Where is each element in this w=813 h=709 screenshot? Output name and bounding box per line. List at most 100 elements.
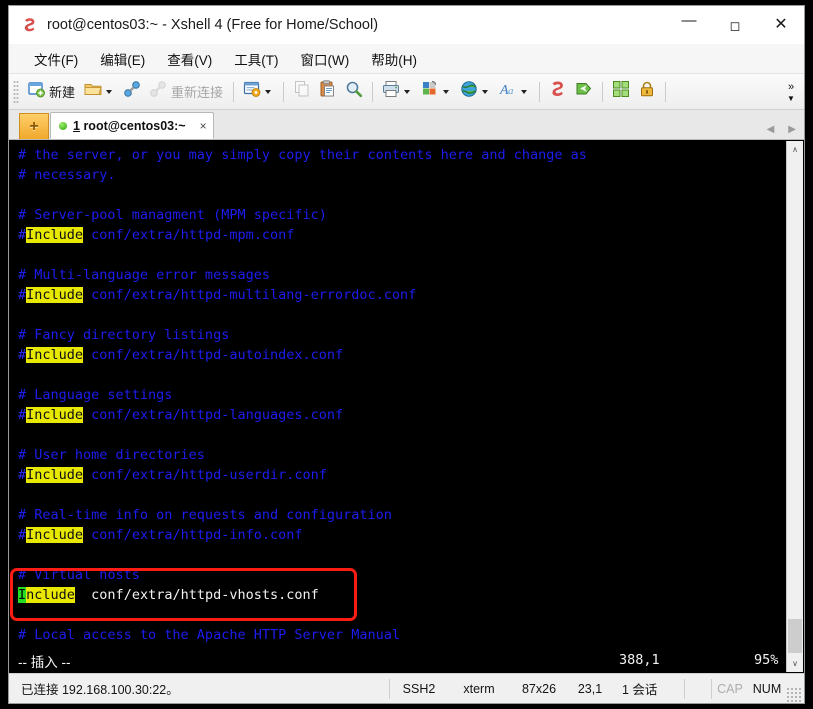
lock-icon	[637, 79, 657, 104]
session-manager-button[interactable]	[239, 79, 278, 105]
terminal-line: # Multi-language error messages	[18, 265, 786, 285]
terminal-line: # necessary.	[18, 165, 786, 185]
find-button[interactable]	[341, 79, 367, 105]
terminal-span: conf/extra/httpd-info.conf	[83, 527, 303, 543]
num-lock-indicator: NUM	[752, 681, 782, 696]
scroll-up-button[interactable]: ∧	[787, 141, 803, 158]
new-tab-button[interactable]: +	[19, 113, 49, 139]
terminal-line: # Local access to the Apache HTTP Server…	[18, 625, 786, 645]
terminal-span: conf/extra/httpd-autoindex.conf	[83, 347, 344, 363]
paste-icon	[318, 79, 338, 104]
xftp-button[interactable]	[571, 79, 597, 105]
terminal-span: #	[18, 407, 27, 423]
terminal-span: #	[18, 467, 27, 483]
menu-bar: 文件(F) 编辑(E) 查看(V) 工具(T) 窗口(W) 帮助(H)	[9, 44, 804, 74]
minimize-icon: —	[681, 11, 697, 29]
terminal-area: # the server, or you may simply copy the…	[9, 140, 804, 673]
font-caret-icon[interactable]	[521, 89, 528, 94]
terminal-line: # User home directories	[18, 445, 786, 465]
terminal-line: # the server, or you may simply copy the…	[18, 145, 786, 165]
terminal-line: #Include conf/extra/httpd-autoindex.conf	[18, 345, 786, 365]
terminal-line: # Real-time info on requests and configu…	[18, 505, 786, 525]
terminal-span: conf/extra/httpd-mpm.conf	[83, 227, 295, 243]
disconnect-button: 重新连接	[145, 79, 228, 105]
minimize-button[interactable]: —	[666, 6, 712, 44]
maximize-icon: ◻	[729, 17, 741, 33]
lock-button[interactable]	[634, 79, 660, 105]
menu-window[interactable]: 窗口(W)	[290, 46, 361, 72]
new-session-button[interactable]: 新建	[23, 79, 80, 105]
terminal-text: # the server, or you may simply copy the…	[18, 145, 786, 645]
toolbar-grip[interactable]	[13, 79, 19, 104]
tab-session-1[interactable]: 1 root@centos03:~ ×	[50, 112, 214, 139]
terminal-span: Include	[26, 527, 84, 543]
close-icon: ✕	[774, 16, 788, 33]
color-scheme-button[interactable]	[417, 79, 456, 105]
font-button[interactable]: A a	[495, 79, 534, 105]
menu-help[interactable]: 帮助(H)	[360, 46, 428, 72]
terminal-span: #	[18, 527, 27, 543]
terminal-span: Include	[26, 407, 84, 423]
print-button[interactable]	[378, 79, 417, 105]
terminal-span: Include	[26, 287, 84, 303]
terminal-span: Include	[26, 227, 84, 243]
disconnect-icon	[148, 79, 168, 104]
vim-scroll-percent: 95%	[754, 652, 779, 668]
menu-tools[interactable]: 工具(T)	[223, 46, 289, 72]
toolbar-separator-2	[283, 81, 285, 102]
terminal-span: # Server-pool managment (MPM specific)	[18, 207, 327, 223]
globe-caret-icon[interactable]	[482, 89, 489, 94]
resize-grip[interactable]	[786, 687, 802, 703]
connect-button[interactable]	[119, 79, 145, 105]
open-folder-button[interactable]	[80, 79, 119, 105]
terminal-scrollbar[interactable]: ∧ ∨	[786, 141, 803, 672]
print-caret-icon[interactable]	[404, 89, 411, 94]
tab-scroll-right-icon[interactable]: ▶	[788, 124, 796, 135]
paste-button[interactable]	[315, 79, 341, 105]
terminal-line: #Include conf/extra/httpd-info.conf	[18, 525, 786, 545]
tab-scroll-left-icon[interactable]: ◀	[767, 124, 775, 135]
menu-file[interactable]: 文件(F)	[23, 46, 89, 72]
chevron-down-icon: ▼	[787, 93, 795, 103]
protocol-indicator: SSH2	[402, 681, 436, 696]
connection-status-dot-icon	[59, 121, 67, 130]
terminal-cursor-indicator: 23,1	[577, 681, 603, 696]
terminal-span: conf/extra/httpd-languages.conf	[83, 407, 344, 423]
terminal-span: # Real-time info on requests and configu…	[18, 507, 392, 523]
terminal-screen[interactable]: # the server, or you may simply copy the…	[10, 141, 786, 672]
close-button[interactable]: ✕	[758, 6, 804, 44]
scrollbar-thumb[interactable]	[788, 619, 802, 653]
terminal-span: # Local access to the Apache HTTP Server…	[18, 627, 401, 643]
open-folder-caret-icon[interactable]	[106, 89, 113, 94]
vim-status-line: -- 插入 -- 388,1 95%	[10, 650, 786, 672]
title-bar: root@centos03:~ - Xshell 4 (Free for Hom…	[9, 6, 804, 44]
plus-icon: +	[29, 117, 39, 135]
globe-button[interactable]	[456, 79, 495, 105]
toolbar-separator-3	[372, 81, 374, 102]
scroll-down-button[interactable]: ∨	[787, 655, 803, 672]
color-scheme-caret-icon[interactable]	[443, 89, 450, 94]
terminal-line: # Server-pool managment (MPM specific)	[18, 205, 786, 225]
fullscreen-icon	[611, 79, 631, 104]
menu-edit[interactable]: 编辑(E)	[89, 46, 156, 72]
scrollbar-track[interactable]	[787, 158, 803, 655]
session-manager-caret-icon[interactable]	[265, 89, 272, 94]
maximize-button[interactable]: ◻	[712, 6, 758, 44]
terminal-span: #	[18, 347, 27, 363]
terminal-span: # User home directories	[18, 447, 205, 463]
globe-icon	[459, 79, 479, 104]
terminal-span: # Language settings	[18, 387, 173, 403]
tab-close-icon[interactable]: ×	[200, 119, 207, 133]
terminal-span: nclude	[26, 587, 75, 603]
search-icon	[344, 79, 364, 104]
xshell-button[interactable]	[545, 79, 571, 105]
toolbar-overflow-button[interactable]: » ▼	[780, 76, 802, 108]
fullscreen-button[interactable]	[608, 79, 634, 105]
menu-view[interactable]: 查看(V)	[156, 46, 223, 72]
xshell-icon	[548, 79, 568, 104]
terminal-line: #Include conf/extra/httpd-mpm.conf	[18, 225, 786, 245]
tab-index: 1	[73, 118, 80, 133]
